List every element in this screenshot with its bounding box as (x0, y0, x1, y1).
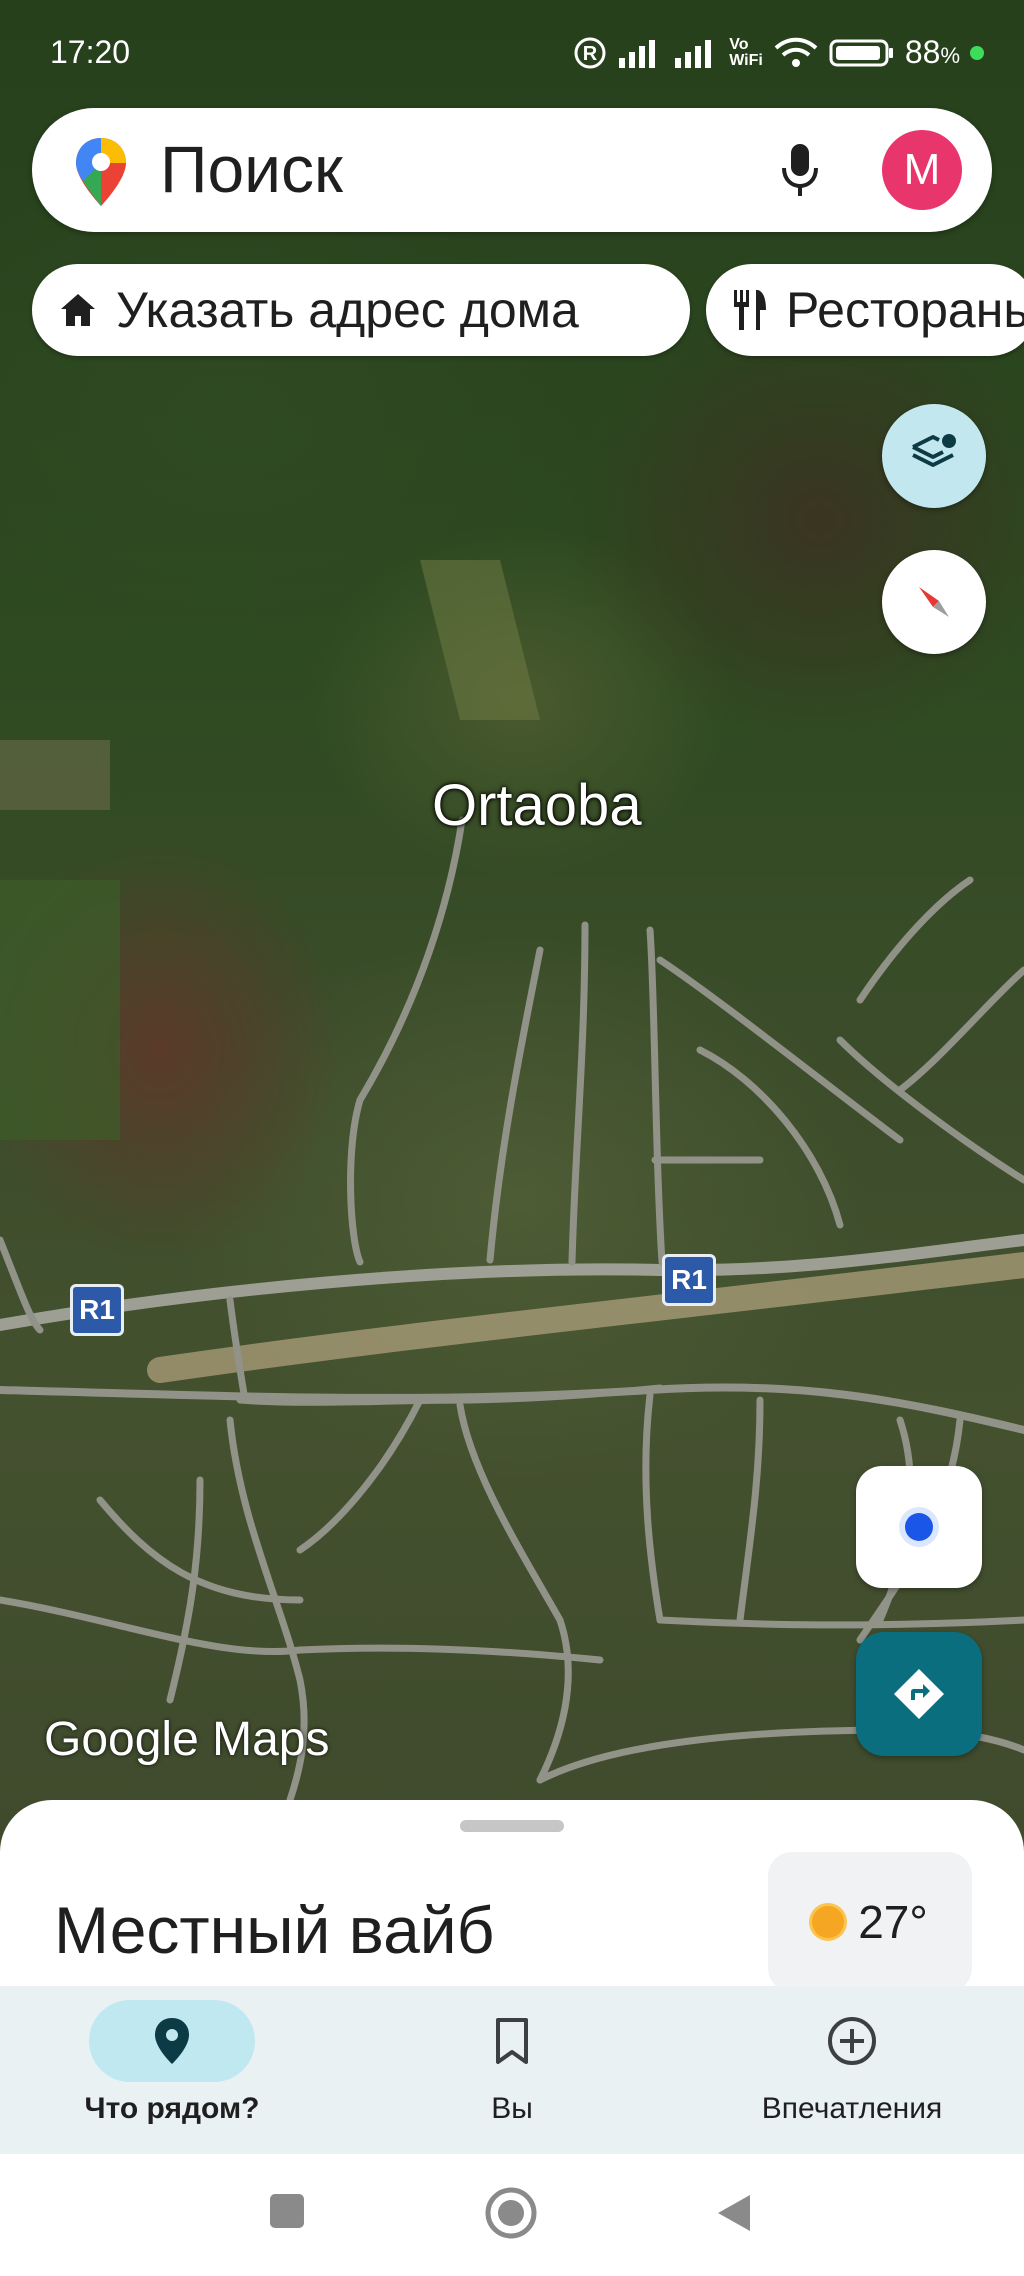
road-shield: R1 (70, 1284, 124, 1336)
chip-restaurants[interactable]: Рестораны (706, 264, 1024, 356)
my-location-button[interactable] (856, 1466, 982, 1588)
chip-label: Указать адрес дома (116, 282, 579, 338)
sheet-drag-handle[interactable] (460, 1820, 564, 1832)
nav-you[interactable]: Вы (362, 2000, 662, 2126)
home-button-icon[interactable] (484, 2186, 538, 2240)
green-dot-icon (970, 45, 984, 60)
nav-label: Вы (491, 2092, 533, 2125)
back-icon[interactable] (714, 2192, 754, 2234)
compass-icon (919, 587, 949, 617)
sheet-title: Местный вайб (54, 1893, 495, 1967)
battery-icon (829, 39, 893, 66)
directions-icon (894, 1669, 944, 1719)
vowifi-icon: Vo WiFi (729, 35, 763, 69)
registered-icon: R (574, 37, 606, 68)
nav-explore[interactable]: Что рядом? (22, 2000, 322, 2126)
road-shield: R1 (662, 1254, 716, 1306)
recent-apps-icon[interactable] (268, 2192, 306, 2230)
layers-icon (912, 434, 956, 467)
temperature: 27° (858, 1896, 928, 1948)
nav-contribute[interactable]: Впечатления (702, 2000, 1002, 2126)
sun-icon (812, 1906, 845, 1938)
location-pin-icon (155, 2018, 189, 2064)
avatar[interactable]: M (882, 130, 962, 210)
microphone-icon[interactable] (780, 142, 820, 198)
svg-text:R: R (583, 43, 598, 65)
status-time: 17:20 (50, 34, 131, 70)
place-label[interactable]: Ortaoba (432, 772, 642, 839)
system-navigation-bar (0, 2154, 1024, 2276)
layers-button[interactable] (882, 404, 986, 508)
signal-icon (619, 39, 656, 68)
nav-label: Впечатления (761, 2092, 943, 2125)
nav-label: Что рядом? (84, 2092, 260, 2125)
status-bar: 17:20 R Vo WiFi 88% (50, 34, 984, 78)
nav-icon-container (429, 2000, 595, 2082)
wifi-icon (774, 37, 818, 67)
weather-badge[interactable]: 27° (768, 1852, 972, 1992)
status-icons: R Vo WiFi 88% (573, 34, 984, 71)
chip-set-home-address[interactable]: Указать адрес дома (32, 264, 690, 356)
restaurant-icon (732, 288, 768, 332)
google-maps-pin-icon (76, 138, 126, 206)
my-location-icon (905, 1513, 933, 1541)
directions-button[interactable] (856, 1632, 982, 1756)
bottom-navigation: Что рядом? Вы Впечатления (0, 1986, 1024, 2154)
search-bar[interactable]: Поиск M (32, 108, 992, 232)
home-icon (58, 291, 98, 329)
bottom-sheet[interactable]: Местный вайб 27° (0, 1800, 1024, 1992)
compass-button[interactable] (882, 550, 986, 654)
signal-icon (675, 39, 712, 68)
search-input[interactable]: Поиск (160, 136, 343, 202)
google-maps-attribution: Google Maps (44, 1713, 330, 1766)
bookmark-icon (496, 2018, 528, 2064)
add-circle-icon (828, 2017, 876, 2065)
battery-level: 88% (904, 34, 960, 70)
chip-label: Рестораны (786, 282, 1024, 338)
nav-active-indicator (89, 2000, 255, 2082)
nav-icon-container (769, 2000, 935, 2082)
